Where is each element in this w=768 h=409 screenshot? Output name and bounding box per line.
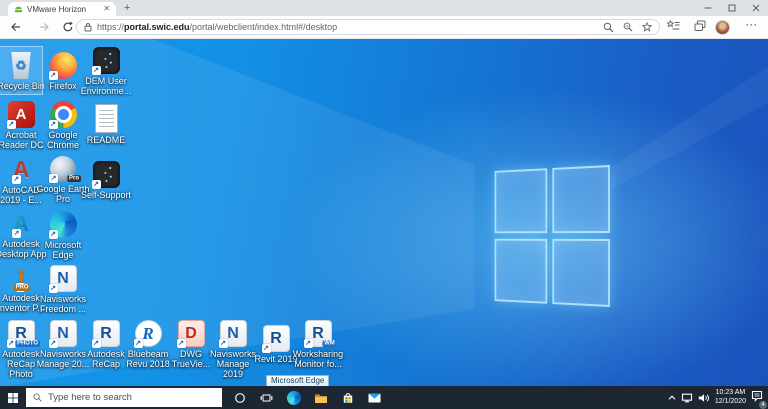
browser-toolbar: https://portal.swic.edu/portal/webclient… [0,16,768,39]
shortcut-arrow-icon [49,230,58,239]
start-button[interactable] [0,386,26,409]
shortcut-arrow-icon [134,339,143,348]
taskbar: Type here to search [0,386,768,409]
browser-tab-vmware-horizon[interactable]: VMware Horizon [8,2,116,16]
shortcut-arrow-icon [49,339,58,348]
taskbar-task-view-button[interactable] [253,386,280,409]
taskbar-store-button[interactable] [334,386,361,409]
taskbar-clock[interactable]: 10:23 AM 12/1/2020 [715,389,746,406]
shortcut-arrow-icon [92,66,101,75]
icon-label: MicrosoftEdge [36,240,90,260]
url-text: https://portal.swic.edu/portal/webclient… [97,22,337,32]
taskbar-cortana-button[interactable] [226,386,253,409]
collections-icon[interactable] [694,20,706,32]
remote-desktop[interactable]: Recycle Bin Firefox DEM UserEnvironme...… [0,39,768,409]
address-bar[interactable]: https://portal.swic.edu/portal/webclient… [76,19,660,35]
desktop-icon-navisworks-manage-20[interactable]: N NavisworksManage 20... [42,320,84,367]
profile-avatar[interactable] [715,20,730,35]
shortcut-arrow-icon [92,180,101,189]
icon-label: WorksharingMonitor fo... [291,349,345,369]
shortcut-arrow-icon [49,71,58,80]
microsoft-edge-icon [287,391,301,405]
shortcut-arrow-icon [262,344,271,353]
microsoft-store-icon [342,392,354,404]
desktop-icon-readme[interactable]: README [85,101,127,148]
cortana-icon [234,392,246,404]
shortcut-arrow-icon [92,339,101,348]
icon-badge: Pro [68,175,81,182]
clock-date: 12/1/2020 [715,398,746,406]
window-minimize-button[interactable] [696,0,720,16]
shortcut-arrow-icon [219,339,228,348]
close-icon [752,4,760,12]
mail-icon [368,393,381,403]
desktop-icon-navisworks-freedom[interactable]: N NavisworksFreedom ... [42,265,84,312]
desktop-icon-navisworks-manage-2019[interactable]: N NavisworksManage 2019 [212,320,254,367]
minimize-icon [704,4,712,12]
action-center-icon [751,390,763,402]
magnifier-small-icon[interactable] [623,22,633,32]
lock-icon [84,22,92,32]
desktop-icon-dem-user-environment[interactable]: DEM UserEnvironme... [85,47,127,94]
forward-arrow-icon[interactable] [38,21,50,33]
desktop-icon-self-support[interactable]: Self-Support [85,156,127,203]
vmware-horizon-favicon-icon [14,5,23,14]
icon-badge: PHOTO [15,340,39,347]
desktop-icon-bluebeam-revu-2018[interactable]: R BluebeamRevu 2018 [127,320,169,367]
shortcut-arrow-icon [304,339,313,348]
app-icon [10,52,32,79]
action-center-button[interactable]: 4 [751,389,763,407]
desktop-icon-microsoft-edge[interactable]: MicrosoftEdge [42,211,84,258]
new-tab-button[interactable] [124,2,130,14]
icon-label: README [79,135,133,145]
shortcut-arrow-icon [7,120,16,129]
desktop-icon-worksharing-monitor[interactable]: R WM WorksharingMonitor fo... [297,320,339,367]
icon-label: DEM UserEnvironme... [79,76,133,96]
icon-badge: WM [323,340,337,347]
taskbar-edge-button[interactable] [280,386,307,409]
taskbar-file-explorer-button[interactable] [307,386,334,409]
refresh-icon[interactable] [62,21,74,33]
vmware-horizon-browser-window: VMware Horizon [0,0,768,409]
shortcut-arrow-icon [49,284,58,293]
icon-badge: PRO [14,284,30,291]
desktop-icon-google-chrome[interactable]: GoogleChrome [42,101,84,148]
icon-label: NavisworksFreedom ... [36,294,90,314]
tab-close-icon[interactable] [103,5,110,13]
search-icon [33,393,42,402]
icon-label: Self-Support [79,190,133,200]
settings-menu-icon[interactable] [746,20,758,30]
file-explorer-icon [314,392,328,404]
window-maximize-button[interactable] [720,0,744,16]
shortcut-arrow-icon [49,120,58,129]
zoom-magnifier-icon[interactable] [603,22,614,33]
app-icon [95,104,118,133]
windows-logo-wallpaper [495,165,610,307]
notification-count-badge: 4 [759,401,767,409]
search-placeholder: Type here to search [48,392,132,403]
windows-start-icon [8,393,18,403]
window-close-button[interactable] [744,0,768,16]
shortcut-arrow-icon [12,175,21,184]
network-icon[interactable] [681,393,693,403]
shortcut-arrow-icon [12,229,21,238]
shortcut-arrow-icon [177,339,186,348]
desktop-icon-google-earth-pro[interactable]: Pro Google EarthPro [42,156,84,203]
tray-chevron-up-icon[interactable] [668,394,676,402]
browser-tabstrip: VMware Horizon [0,0,768,16]
tab-title: VMware Horizon [27,5,99,14]
clock-time: 10:23 AM [715,389,746,397]
taskbar-search-input[interactable]: Type here to search [26,388,222,407]
shortcut-arrow-icon [49,174,58,183]
maximize-icon [728,4,736,12]
shortcut-arrow-icon [7,339,16,348]
back-arrow-icon[interactable] [10,21,22,33]
favorite-star-icon[interactable] [642,22,652,32]
task-view-icon [260,392,273,404]
volume-icon[interactable] [698,393,710,403]
taskbar-mail-button[interactable] [361,386,388,409]
desktop-icon-firefox[interactable]: Firefox [42,47,84,94]
favorites-bar-icon[interactable] [667,20,680,31]
